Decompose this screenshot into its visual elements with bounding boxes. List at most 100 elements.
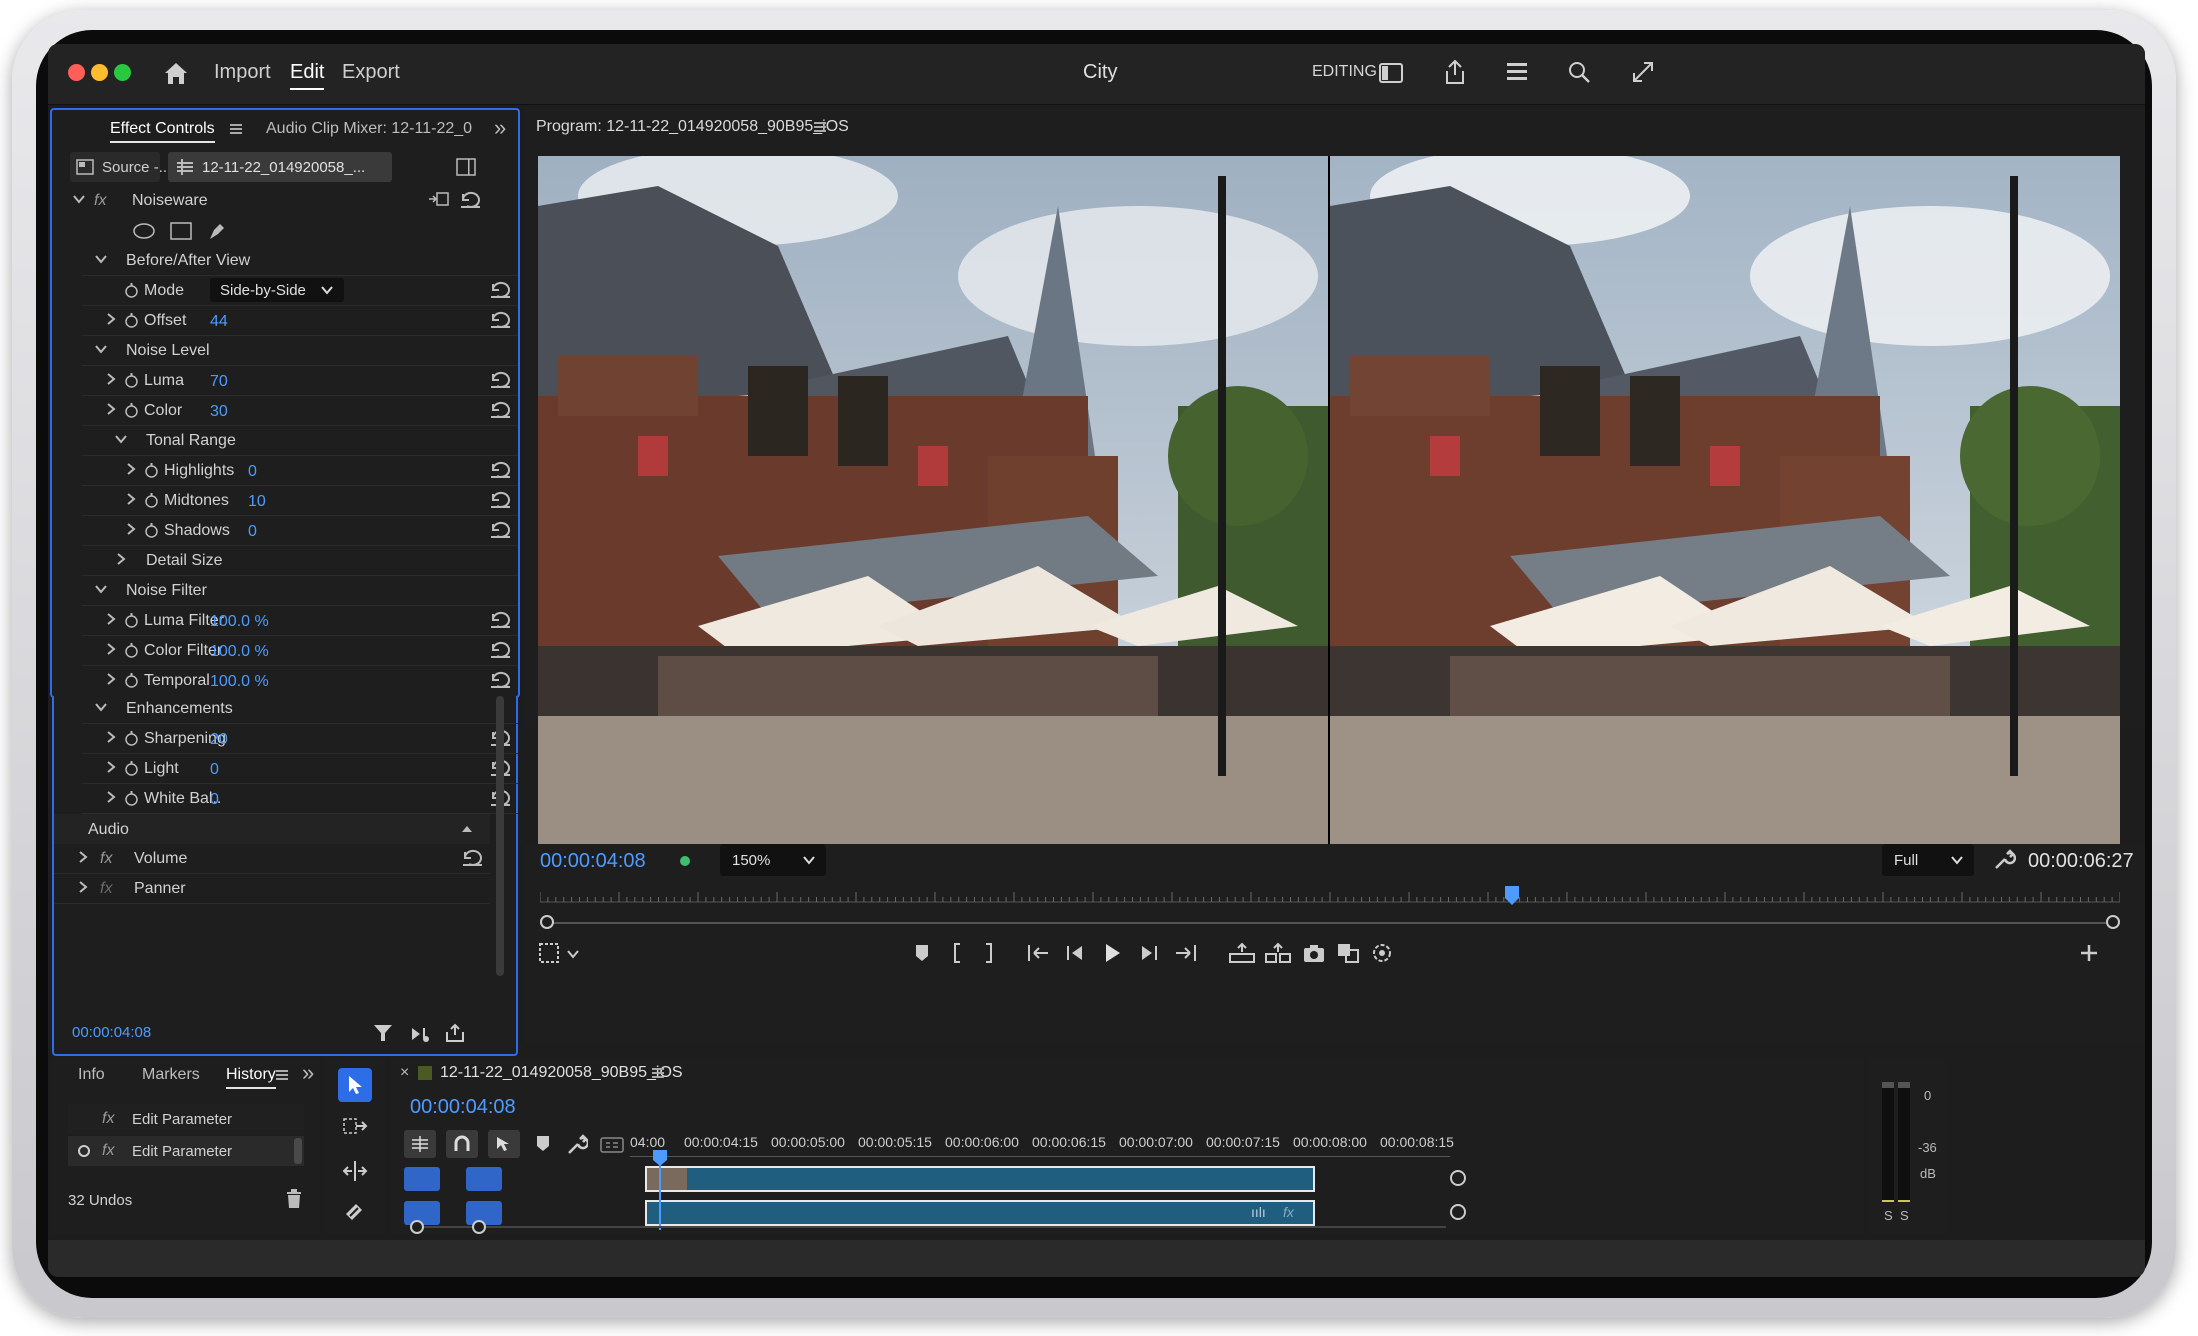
vr-video-icon[interactable]: [1370, 942, 1394, 964]
offset-value[interactable]: 44: [210, 313, 228, 331]
reset-icon[interactable]: [488, 461, 512, 479]
timeline-zoom-scrollbar[interactable]: [410, 1220, 1450, 1234]
video-clip[interactable]: [645, 1166, 1315, 1192]
before-after-view-row[interactable]: Before/After View: [82, 246, 518, 276]
extract-icon[interactable]: [1264, 942, 1292, 964]
timeline-playhead[interactable]: [653, 1150, 667, 1230]
chevron-right-icon[interactable]: [124, 492, 138, 506]
chevron-down-icon[interactable]: [114, 432, 128, 446]
audio-section-header[interactable]: Audio: [54, 814, 490, 844]
luma-value[interactable]: 70: [210, 373, 228, 391]
history-scrollbar[interactable]: [294, 1138, 302, 1164]
timeline-ruler[interactable]: 04:00 00:00:04:15 00:00:05:00 00:00:05:1…: [630, 1130, 1454, 1164]
reset-icon[interactable]: [488, 281, 512, 299]
reset-icon[interactable]: [488, 491, 512, 509]
stopwatch-icon[interactable]: [124, 731, 139, 746]
timeline-timecode[interactable]: 00:00:04:08: [410, 1096, 516, 1119]
stopwatch-icon[interactable]: [144, 523, 159, 538]
source-patch-v1[interactable]: [404, 1167, 440, 1191]
zoom-window-button[interactable]: [114, 64, 131, 81]
mask-ellipse-icon[interactable]: [132, 222, 156, 240]
reset-icon[interactable]: [458, 191, 482, 209]
track-select-tool-icon[interactable]: [342, 1114, 368, 1140]
source-selector[interactable]: Source -..: [70, 152, 167, 182]
ripple-edit-tool-icon[interactable]: [342, 1158, 368, 1184]
close-window-button[interactable]: [68, 64, 85, 81]
quality-dropdown[interactable]: Full: [1882, 844, 1974, 876]
chevron-right-icon[interactable]: [76, 850, 90, 864]
panel-layout-icon[interactable]: [1378, 62, 1404, 84]
history-item-current[interactable]: fx Edit Parameter: [68, 1136, 304, 1166]
stopwatch-icon[interactable]: [124, 761, 139, 776]
chevron-right-icon[interactable]: [104, 372, 118, 386]
luma-filter-value[interactable]: 100.0 %: [210, 613, 269, 631]
collapse-up-icon[interactable]: [460, 824, 474, 834]
chevron-right-icon[interactable]: [104, 760, 118, 774]
toggle-timeline-view-icon[interactable]: [456, 158, 476, 176]
stopwatch-icon[interactable]: [124, 673, 139, 688]
nav-import[interactable]: Import: [214, 61, 271, 84]
reset-icon[interactable]: [488, 521, 512, 539]
history-item[interactable]: fx Edit Parameter: [68, 1104, 304, 1134]
mask-rectangle-icon[interactable]: [170, 222, 192, 240]
solo-right-button[interactable]: S: [1900, 1208, 1909, 1223]
selection-tool-button[interactable]: [338, 1068, 372, 1102]
volume-row[interactable]: fx Volume: [54, 844, 490, 874]
stopwatch-icon[interactable]: [144, 463, 159, 478]
nav-edit[interactable]: Edit: [290, 61, 325, 90]
reset-icon[interactable]: [488, 401, 512, 419]
effect-noiseware-row[interactable]: fx Noiseware: [52, 186, 488, 216]
tab-effect-controls[interactable]: Effect Controls: [110, 120, 215, 143]
search-icon[interactable]: [1566, 59, 1592, 85]
quick-export-icon[interactable]: [1504, 60, 1530, 84]
panel-menu-icon[interactable]: [274, 1068, 290, 1082]
sequence-name[interactable]: 12-11-22_014920058_90B95_iOS: [440, 1064, 683, 1082]
reset-icon[interactable]: [488, 671, 512, 689]
lift-icon[interactable]: [1228, 942, 1256, 964]
chevron-right-icon[interactable]: [104, 790, 118, 804]
effect-controls-timecode[interactable]: 00:00:04:08: [72, 1024, 151, 1041]
chevron-down-icon[interactable]: [566, 948, 580, 960]
tab-history[interactable]: History: [226, 1066, 276, 1089]
panel-menu-icon[interactable]: [812, 120, 828, 134]
reset-icon[interactable]: [488, 311, 512, 329]
snap-button[interactable]: [446, 1130, 478, 1158]
color-value[interactable]: 30: [210, 403, 228, 421]
safe-margins-icon[interactable]: [538, 942, 560, 964]
workspace-label[interactable]: EDITING: [1312, 63, 1377, 81]
chevron-right-icon[interactable]: [104, 612, 118, 626]
panel-menu-icon[interactable]: [228, 122, 244, 136]
solo-left-button[interactable]: S: [1884, 1208, 1893, 1223]
chevron-right-icon[interactable]: [104, 402, 118, 416]
chevron-down-icon[interactable]: [94, 252, 108, 266]
noise-level-row[interactable]: Noise Level: [82, 336, 518, 366]
program-video-frame[interactable]: [538, 156, 2120, 846]
play-audio-icon[interactable]: [410, 1024, 432, 1044]
chevron-right-icon[interactable]: [104, 672, 118, 686]
track-target-v1[interactable]: [466, 1167, 502, 1191]
track-height-handle-a1[interactable]: [1450, 1204, 1466, 1220]
stopwatch-icon[interactable]: [124, 313, 139, 328]
chevron-right-icon[interactable]: [114, 552, 128, 566]
stopwatch-icon[interactable]: [124, 403, 139, 418]
nav-export[interactable]: Export: [342, 61, 400, 84]
clip-selector[interactable]: 12-11-22_014920058_...: [168, 152, 392, 182]
light-value[interactable]: 0: [210, 761, 219, 779]
camera-icon[interactable]: [1302, 942, 1326, 964]
color-filter-value[interactable]: 100.0 %: [210, 643, 269, 661]
chevron-right-icon[interactable]: [104, 642, 118, 656]
midtones-value[interactable]: 10: [248, 493, 266, 511]
fullscreen-icon[interactable]: [1630, 59, 1656, 85]
play-button[interactable]: [1100, 941, 1124, 965]
program-zoom-scrollbar[interactable]: [540, 914, 2120, 932]
chevron-right-icon[interactable]: [104, 312, 118, 326]
white-bal-value[interactable]: 0: [210, 791, 219, 809]
reset-icon[interactable]: [488, 641, 512, 659]
enhancements-row[interactable]: Enhancements: [82, 694, 518, 724]
shadows-value[interactable]: 0: [248, 523, 257, 541]
insert-nested-sequence-button[interactable]: [404, 1130, 436, 1158]
close-sequence-icon[interactable]: ×: [400, 1064, 409, 1082]
vertical-scrollbar[interactable]: [496, 696, 504, 982]
panel-menu-icon[interactable]: [650, 1066, 666, 1080]
comparison-view-icon[interactable]: [1336, 942, 1360, 964]
